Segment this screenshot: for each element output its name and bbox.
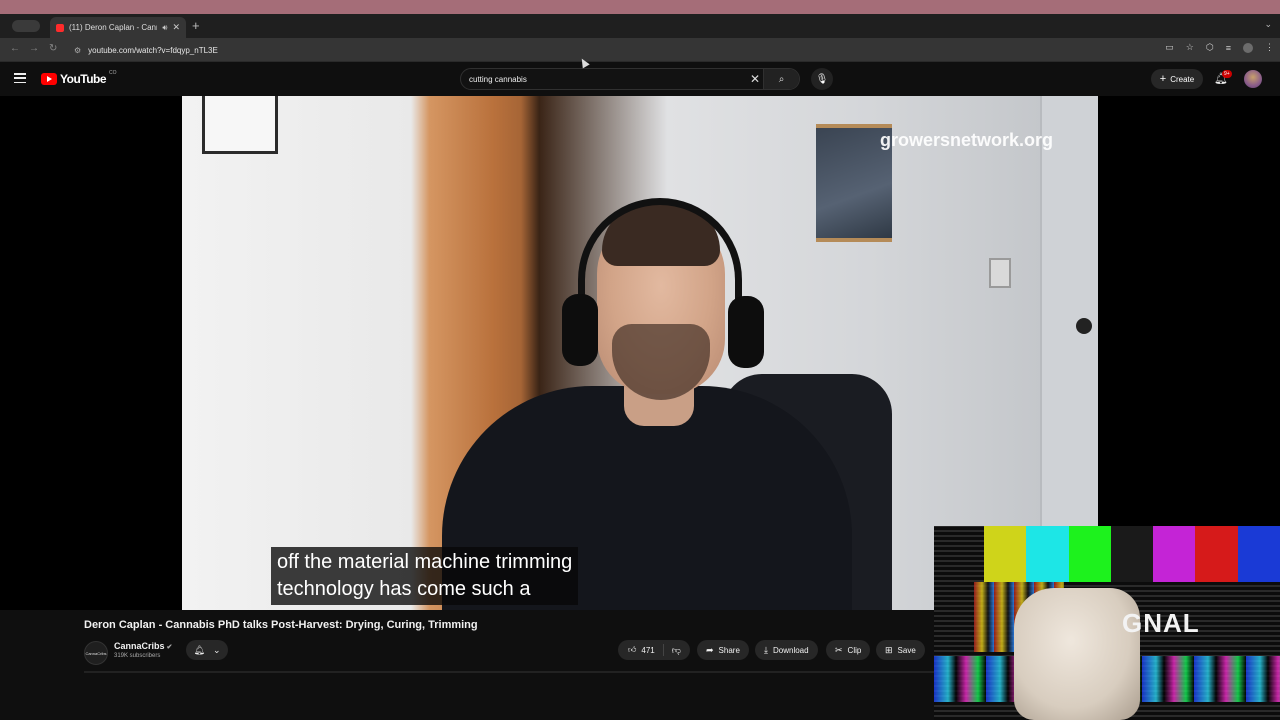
dislike-button[interactable]: 👎︎	[664, 645, 689, 656]
notification-count-badge: 9+	[1222, 70, 1232, 78]
save-label: Save	[897, 645, 916, 655]
macos-menu-bar	[0, 0, 1280, 14]
subscriber-count: 319K subscribers	[114, 653, 161, 659]
youtube-favicon-icon	[56, 23, 64, 32]
back-arrow-icon[interactable]: ←	[10, 43, 20, 54]
pinned-tab[interactable]	[12, 20, 40, 32]
like-button[interactable]: 👍︎ 471	[618, 644, 664, 656]
forward-arrow-icon[interactable]: →	[29, 43, 39, 54]
color-bar-1	[1026, 526, 1069, 582]
wall-picture-frame	[202, 96, 278, 154]
bookmark-icon: ⊞	[885, 644, 893, 655]
headphones-left-cup	[562, 294, 598, 366]
user-avatar[interactable]	[1244, 70, 1262, 88]
light-switch	[989, 258, 1011, 288]
scissors-icon: ✂	[835, 644, 843, 655]
caption-line-1: off the material machine trimming	[277, 551, 573, 573]
color-bar-5	[1195, 526, 1238, 582]
voice-search-mic-icon[interactable]: 🎙︎	[811, 68, 833, 90]
youtube-header: YouTube CO cutting cannabis ✕ ⌕ 🎙︎ + Cre…	[0, 62, 1280, 96]
browser-tab-strip: (11) Deron Caplan - Cann 🔊︎ ✕ + ⌄	[0, 14, 1280, 38]
subscription-bell-button[interactable]: 🔔︎ ⌄	[186, 640, 228, 660]
clip-button[interactable]: ✂ Clip	[826, 640, 871, 660]
reload-icon[interactable]: ↻	[49, 43, 57, 54]
tab-search-chevron-icon[interactable]: ⌄	[1264, 19, 1272, 30]
close-tab-icon[interactable]: ✕	[172, 22, 180, 33]
bookmark-star-icon[interactable]: ☆	[1186, 42, 1194, 53]
download-icon: ⤓	[764, 644, 768, 655]
cast-icon[interactable]: ▭	[1165, 42, 1174, 53]
hamburger-menu-icon[interactable]	[14, 73, 26, 83]
search-box[interactable]: cutting cannabis ✕ ⌕	[460, 68, 800, 90]
search-icon: ⌕	[778, 73, 785, 85]
color-bar-6	[1237, 526, 1280, 582]
clip-label: Clip	[847, 645, 862, 655]
headphones-right-cup	[728, 296, 764, 368]
color-bar-4	[1153, 526, 1196, 582]
like-dislike-group: 👍︎ 471 👎︎	[618, 640, 690, 660]
tab-title: (11) Deron Caplan - Cann	[69, 23, 158, 32]
extensions-icon[interactable]: ⬡	[1206, 42, 1214, 53]
headphones-band	[578, 198, 742, 308]
no-signal-text: GNAL	[1122, 608, 1200, 638]
color-test-bars	[984, 526, 1280, 582]
browser-tab-active[interactable]: (11) Deron Caplan - Cann 🔊︎ ✕	[50, 17, 186, 38]
channel-name-text[interactable]: CannaCribs	[114, 641, 165, 651]
plus-icon: +	[1159, 73, 1167, 85]
profile-extension-icon[interactable]	[1243, 42, 1253, 53]
verified-check-icon: ✔︎	[166, 644, 173, 651]
channel-avatar[interactable]: CannaCribs	[84, 641, 108, 665]
video-watermark: growersnetwork.org	[880, 130, 1054, 150]
bell-icon: 🔔︎	[193, 644, 205, 655]
color-bar-0	[984, 526, 1027, 582]
share-button[interactable]: ➦ Share	[697, 640, 749, 660]
chevron-down-icon: ⌄	[212, 644, 221, 655]
youtube-play-icon	[41, 73, 57, 85]
site-settings-icon[interactable]: ⚙︎	[74, 46, 81, 55]
speaker-icon[interactable]: 🔊︎	[162, 23, 167, 33]
country-code: CO	[109, 70, 117, 76]
caption-line-2: technology has come such a	[277, 578, 531, 600]
new-tab-plus-icon[interactable]: +	[192, 18, 200, 33]
door-knob	[1076, 318, 1092, 334]
closed-caption: off the material machine trimming techno…	[271, 547, 579, 605]
url-text: youtube.com/watch?v=fdqyp_nTL3E	[88, 45, 218, 55]
color-bar-3	[1110, 526, 1154, 582]
browser-toolbar-actions: ▭ ☆ ⬡ ≡ ⋮	[1165, 42, 1274, 53]
search-button[interactable]: ⌕	[763, 69, 799, 89]
thumbs-down-icon: 👎︎	[671, 644, 681, 655]
share-label: Share	[718, 645, 740, 655]
create-label: Create	[1170, 74, 1195, 84]
search-input[interactable]: cutting cannabis	[469, 75, 527, 84]
no-signal-overlay: GNAL	[934, 526, 1280, 720]
youtube-wordmark: YouTube	[60, 72, 107, 86]
create-button[interactable]: + Create	[1151, 69, 1203, 89]
description-divider	[84, 671, 934, 673]
thumbs-up-icon: 👍︎	[628, 645, 637, 654]
channel-name[interactable]: CannaCribs ✔︎	[114, 641, 172, 651]
browser-menu-icon[interactable]: ⋮	[1265, 42, 1274, 53]
reading-list-icon[interactable]: ≡	[1226, 43, 1231, 53]
save-button[interactable]: ⊞ Save	[876, 640, 925, 660]
download-button[interactable]: ⤓ Download	[755, 640, 818, 660]
browser-address-bar: ← → ↻ ⚙︎ youtube.com/watch?v=fdqyp_nTL3E…	[0, 38, 1280, 62]
download-label: Download	[772, 645, 809, 655]
color-bar-2	[1068, 526, 1111, 582]
youtube-logo[interactable]: YouTube CO	[41, 70, 117, 86]
url-omnibox[interactable]: ⚙︎ youtube.com/watch?v=fdqyp_nTL3E	[68, 42, 1168, 58]
share-arrow-icon: ➦	[706, 644, 714, 655]
clear-search-icon[interactable]: ✕	[750, 72, 760, 86]
video-title: Deron Caplan - Cannabis PhD talks Post-H…	[84, 619, 478, 631]
like-count: 471	[641, 645, 655, 655]
